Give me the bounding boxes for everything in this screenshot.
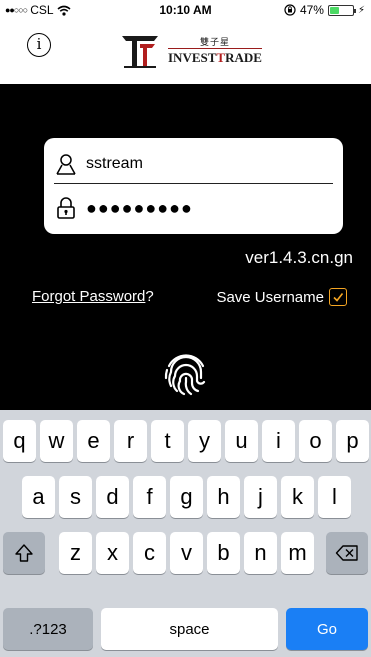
battery-fill [329,6,340,14]
status-bar: ●●○○○ CSL 10:10 AM 47% ⚡ [0,0,371,20]
password-value[interactable]: ●●●●●●●●● [86,198,193,219]
battery-icon [327,4,356,16]
key-p[interactable]: p [336,420,369,462]
keyboard: q w e r t y u i o p a s d f g h j k l z … [0,410,371,657]
user-icon [56,153,76,175]
fingerprint-icon[interactable] [160,346,212,398]
key-y[interactable]: y [188,420,221,462]
forgot-password-suffix: ? [145,288,154,305]
key-r[interactable]: r [114,420,147,462]
logo-mark-icon [122,36,158,68]
key-d[interactable]: d [96,476,129,518]
app-header: i 雙子星 INVESTTRADE [0,20,371,84]
login-card: sstream ●●●●●●●●● [44,138,343,234]
checkmark-icon [333,293,344,302]
key-k[interactable]: k [281,476,314,518]
battery-percent: 47% [299,3,324,17]
version-label: ver1.4.3.cn.gn [245,248,353,267]
battery-nub [353,8,356,13]
key-o[interactable]: o [299,420,332,462]
username-field[interactable]: sstream [54,144,333,184]
keyboard-row-1: q w e r t y u i o p [0,420,371,462]
logo-brand-part1: INVEST [168,49,217,65]
padlock-icon [57,197,75,219]
save-username-checkbox[interactable] [329,288,347,306]
key-j[interactable]: j [244,476,277,518]
key-c[interactable]: c [133,532,166,574]
info-icon[interactable]: i [27,33,51,57]
status-right: 47% ⚡ [284,3,365,17]
login-area: sstream ●●●●●●●●● ver1.4.3.cn.gn Forgot … [0,84,371,410]
logo-brand-text: INVESTTRADE [168,47,262,66]
key-m[interactable]: m [281,532,314,574]
space-key[interactable]: space [101,608,278,650]
key-q[interactable]: q [3,420,36,462]
shift-icon [15,544,33,562]
logo-text: 雙子星 INVESTTRADE [168,35,262,66]
save-username-label: Save Username [216,288,324,306]
save-username[interactable]: Save Username [216,288,347,306]
rotation-lock-icon [284,4,296,16]
key-u[interactable]: u [225,420,258,462]
go-key[interactable]: Go [286,608,368,650]
key-b[interactable]: b [207,532,240,574]
key-w[interactable]: w [40,420,73,462]
key-t[interactable]: t [151,420,184,462]
shift-key[interactable] [3,532,45,574]
key-l[interactable]: l [318,476,351,518]
key-h[interactable]: h [207,476,240,518]
key-e[interactable]: e [77,420,110,462]
key-g[interactable]: g [170,476,203,518]
key-n[interactable]: n [244,532,277,574]
key-x[interactable]: x [96,532,129,574]
keyboard-row-4: .?123 space Go [0,608,371,650]
numbers-key[interactable]: .?123 [3,608,93,650]
forgot-password: Forgot Password? [32,288,154,305]
key-v[interactable]: v [170,532,203,574]
password-field[interactable]: ●●●●●●●●● [54,188,333,228]
key-i[interactable]: i [262,420,295,462]
key-a[interactable]: a [22,476,55,518]
app-logo: 雙子星 INVESTTRADE [118,28,262,72]
key-f[interactable]: f [133,476,166,518]
keyboard-row-2: a s d f g h j k l [0,476,371,518]
username-value[interactable]: sstream [86,155,143,173]
forgot-password-link[interactable]: Forgot Password [32,288,145,305]
charging-bolt-icon: ⚡ [357,4,365,16]
key-s[interactable]: s [59,476,92,518]
keyboard-row-3: z x c v b n m [0,532,371,574]
backspace-icon [335,545,358,561]
backspace-key[interactable] [326,532,368,574]
logo-chinese-text: 雙子星 [199,37,230,48]
logo-brand-accent: T [216,49,226,65]
logo-brand-part2: RADE [225,49,262,65]
key-z[interactable]: z [59,532,92,574]
